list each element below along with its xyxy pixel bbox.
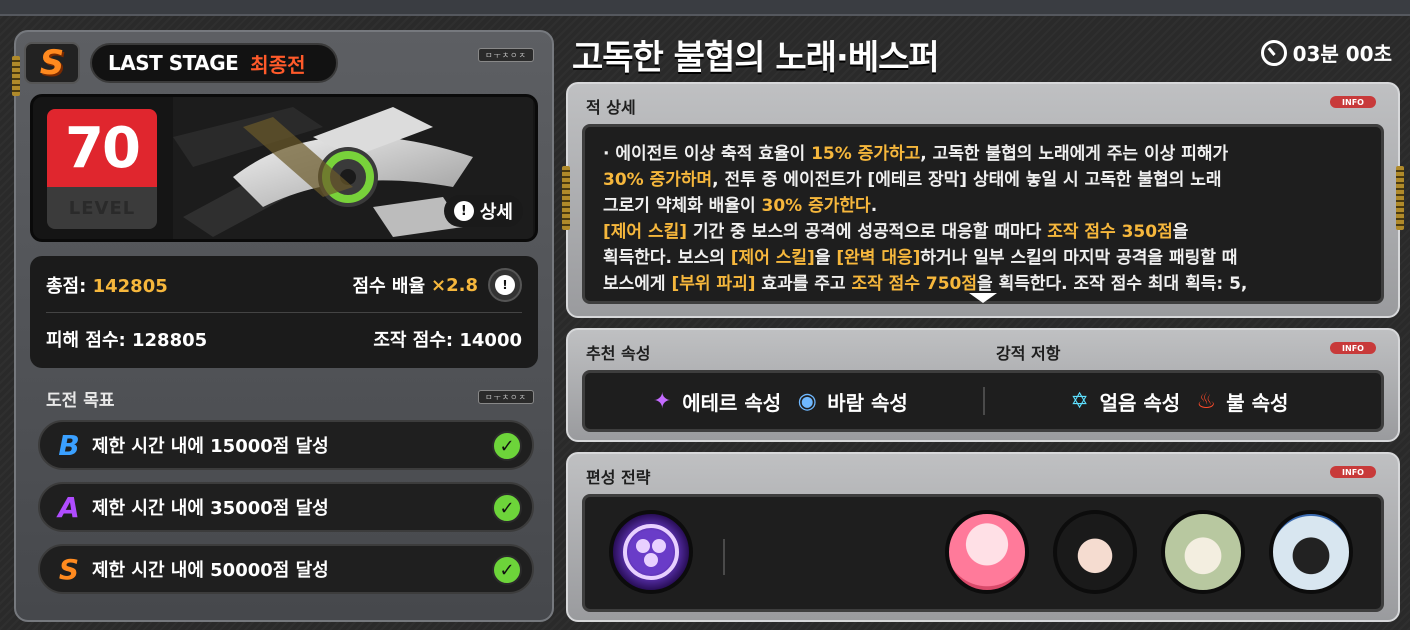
- agent-portrait-black-hair[interactable]: [1053, 510, 1137, 594]
- multiplier-label: 점수 배율: [352, 276, 426, 297]
- desc-line: 30% 증가하며, 전투 중 에이전트가 [에테르 장막] 상태에 놓일 시 고…: [603, 170, 1222, 190]
- boss-detail-button[interactable]: ! 상세: [443, 195, 523, 227]
- stage-summary-panel: S LAST STAGE 최종전 ㅁㅜㅊㅇㅈ 70 LEVEL ! 상세 총점:…: [12, 30, 554, 622]
- boss-level-badge: 70 LEVEL: [47, 109, 157, 229]
- boss-level-value: 70: [47, 109, 157, 187]
- enemy-detail-panel: 적 상세 INFO · 에이전트 이상 축적 효율이 15% 증가하고, 고독한…: [562, 82, 1404, 318]
- formation-title: 편성 전략: [586, 468, 651, 487]
- grade-s-icon: S: [58, 552, 80, 586]
- stage-grade-badge: S: [24, 42, 80, 84]
- total-score-value: 142805: [92, 276, 168, 297]
- recommended-title: 추천 속성: [586, 344, 651, 363]
- top-frame-bar: [0, 0, 1410, 16]
- formation-box: [582, 494, 1384, 612]
- challenge-tag: ㅁㅜㅊㅇㅈ: [478, 390, 534, 404]
- grade-a-icon: A: [58, 490, 80, 524]
- enemy-detail-title: 적 상세: [586, 98, 636, 117]
- operation-score: 조작 점수: 14000: [373, 326, 522, 352]
- agent-portrait-robot[interactable]: [1269, 510, 1353, 594]
- damage-score-label: 피해 점수:: [46, 330, 126, 351]
- attribute-wind: ◉ 바람 속성: [793, 387, 908, 416]
- damage-score-value: 128805: [132, 330, 208, 351]
- operation-score-label: 조작 점수:: [373, 330, 454, 351]
- agent-portrait-green-hair[interactable]: [1161, 510, 1245, 594]
- challenge-title: 도전 목표: [46, 391, 115, 411]
- check-icon: ✓: [492, 431, 522, 461]
- attribute-panel: 추천 속성 강적 저항 INFO ✦ 에테르 속성 ◉ 바람 속성 ✡ 얼음 속…: [566, 328, 1400, 442]
- total-score-label: 총점:: [46, 276, 87, 297]
- check-icon: ✓: [492, 555, 522, 585]
- stage-tag: ㅁㅜㅊㅇㅈ: [478, 48, 534, 62]
- bangboo-emblem-icon[interactable]: [609, 510, 693, 594]
- formation-divider: [723, 539, 725, 575]
- damage-score: 피해 점수: 128805: [46, 326, 207, 352]
- check-icon: ✓: [492, 493, 522, 523]
- enemy-detail-text: · 에이전트 이상 축적 효율이 15% 증가하고, 고독한 불협의 노래에게 …: [585, 127, 1381, 301]
- score-row-breakdown: 피해 점수: 128805 조작 점수: 14000: [46, 324, 522, 354]
- wind-swirl-icon: ◉: [797, 388, 817, 414]
- score-divider: [46, 312, 522, 313]
- info-circle-icon: !: [453, 201, 474, 221]
- boss-portrait-box[interactable]: 70 LEVEL ! 상세: [30, 94, 538, 242]
- grade-b-icon: B: [58, 428, 80, 462]
- fire-icon: ♨: [1196, 388, 1217, 414]
- enemy-detail-textbox[interactable]: · 에이전트 이상 축적 효율이 15% 증가하고, 고독한 불협의 노래에게 …: [582, 124, 1384, 304]
- stage-label-en: LAST STAGE: [108, 51, 239, 75]
- boss-level-label: LEVEL: [47, 187, 157, 229]
- score-row-total: 총점: 142805 점수 배율 ×2.8 !: [46, 268, 522, 302]
- desc-line: 획득한다. 보스의 [제어 스킬]을 [완벽 대응]하거나 일부 스킬의 마지막…: [603, 248, 1238, 268]
- formation-panel: 편성 전략 INFO: [566, 452, 1400, 622]
- attribute-box: ✦ 에테르 속성 ◉ 바람 속성 ✡ 얼음 속성 ♨ 불 속성: [582, 370, 1384, 432]
- stage-label-ko: 최종전: [250, 52, 306, 77]
- recommended-attributes: ✦ 에테르 속성 ◉ 바람 속성: [585, 387, 983, 416]
- operation-score-value: 14000: [459, 330, 522, 351]
- boss-name-title: 고독한 불협의 노래·베스퍼: [572, 38, 940, 78]
- attribute-fire: ♨ 불 속성: [1192, 387, 1288, 416]
- challenge-text: 제한 시간 내에 15000점 달성: [92, 436, 329, 457]
- total-score: 총점: 142805: [46, 272, 168, 298]
- stage-label-pill: LAST STAGE 최종전: [90, 43, 338, 83]
- desc-line: 그로기 약체화 배율이 30% 증가한다.: [603, 196, 878, 216]
- ice-star-icon: ✡: [1070, 388, 1089, 414]
- score-summary: 총점: 142805 점수 배율 ×2.8 ! 피해 점수: 128805 조작…: [30, 256, 538, 368]
- desc-line: · 에이전트 이상 축적 효율이 15% 증가하고, 고독한 불협의 노래에게 …: [603, 144, 1229, 164]
- ether-sparkle-icon: ✦: [653, 388, 672, 414]
- challenge-item-a: A 제한 시간 내에 35000점 달성 ✓: [38, 482, 534, 532]
- challenge-text: 제한 시간 내에 50000점 달성: [92, 560, 329, 581]
- formation-info-button[interactable]: INFO: [1330, 466, 1376, 478]
- panel-rivet: [562, 166, 570, 230]
- timer-value: 03분 00초: [1292, 42, 1392, 66]
- info-circle-icon: !: [495, 275, 515, 295]
- stage-timer: 03분 00초: [1260, 38, 1392, 67]
- panel-rivet: [12, 56, 20, 96]
- boss-detail-label: 상세: [479, 202, 513, 223]
- challenge-item-b: B 제한 시간 내에 15000점 달성 ✓: [38, 420, 534, 470]
- challenge-item-s: S 제한 시간 내에 50000점 달성 ✓: [38, 544, 534, 594]
- attribute-ice: ✡ 얼음 속성: [1066, 387, 1180, 416]
- multiplier-info-button[interactable]: !: [488, 268, 522, 302]
- multiplier-value: ×2.8: [431, 274, 478, 296]
- resist-title: 강적 저항: [996, 344, 1061, 363]
- attribute-info-button[interactable]: INFO: [1330, 342, 1376, 354]
- agent-portrait-pink-hair[interactable]: [945, 510, 1029, 594]
- resist-attributes: ✡ 얼음 속성 ♨ 불 속성: [985, 387, 1381, 416]
- enemy-detail-info-button[interactable]: INFO: [1330, 96, 1376, 108]
- score-multiplier: 점수 배율 ×2.8 !: [353, 268, 522, 302]
- clock-icon: [1260, 39, 1287, 66]
- panel-rivet: [1396, 166, 1404, 230]
- desc-line: [제어 스킬] 기간 중 보스의 공격에 성공적으로 대응할 때마다 조작 점수…: [603, 222, 1189, 242]
- attribute-ether: ✦ 에테르 속성: [648, 387, 781, 416]
- challenge-text: 제한 시간 내에 35000점 달성: [92, 498, 329, 519]
- scroll-down-chevron-icon[interactable]: [967, 291, 999, 305]
